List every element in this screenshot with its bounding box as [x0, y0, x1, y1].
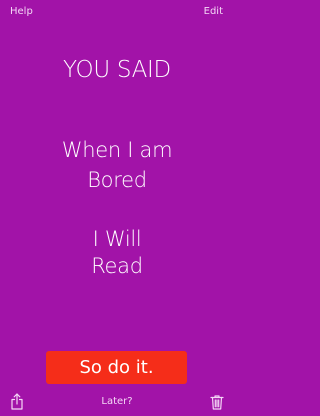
statement-line-4: Read: [91, 254, 143, 278]
edit-button[interactable]: Edit: [204, 6, 223, 17]
statement-line-1: When I am: [61, 138, 173, 162]
screen: Help Edit YOU SAID When I am Bored I Wil…: [0, 0, 234, 416]
statement-line-3: I Will: [92, 227, 142, 251]
later-button[interactable]: Later?: [0, 396, 234, 407]
page-title: YOU SAID: [63, 57, 171, 83]
so-do-it-button[interactable]: So do it.: [46, 351, 187, 384]
trash-icon[interactable]: [209, 394, 225, 410]
help-button[interactable]: Help: [10, 6, 33, 17]
statement-line-2: Bored: [87, 168, 147, 192]
